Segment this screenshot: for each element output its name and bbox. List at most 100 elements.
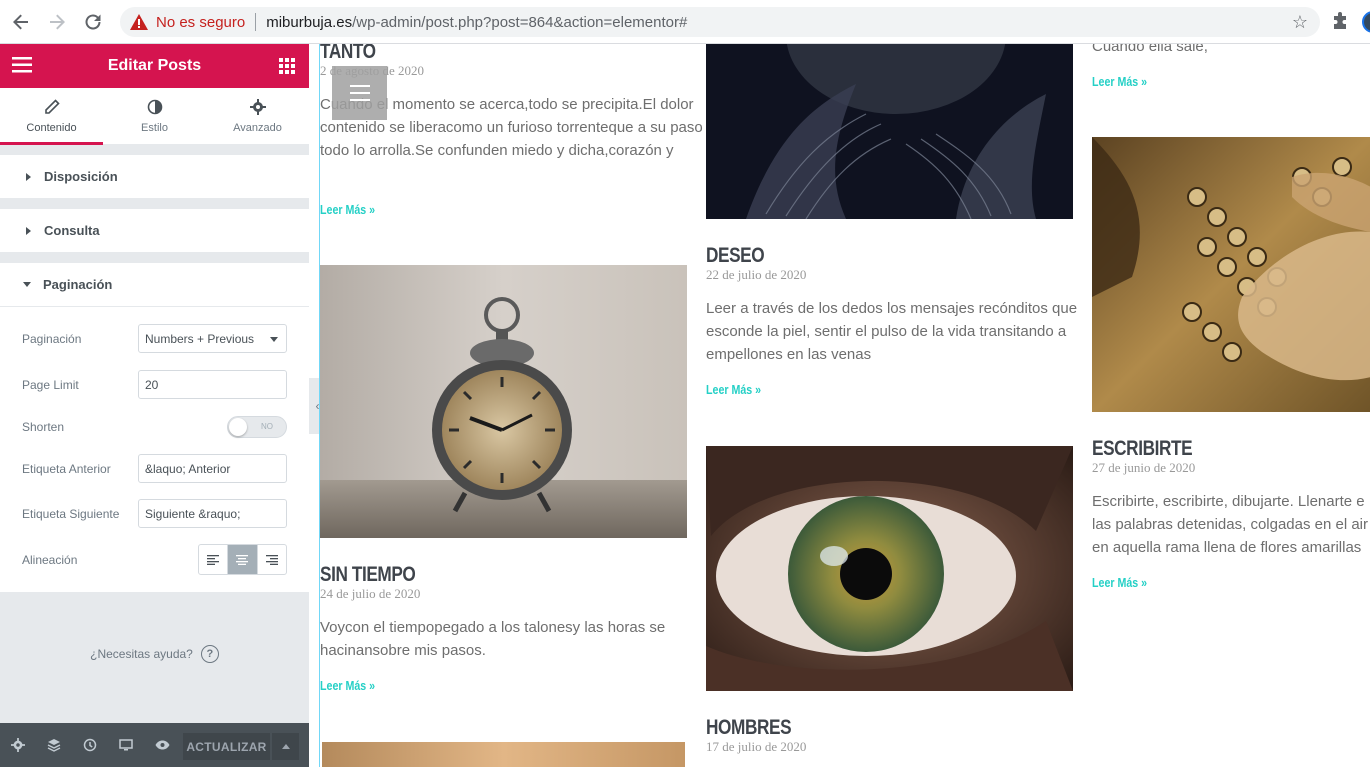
hamburger-menu-icon[interactable] [12, 57, 32, 73]
next-label-input[interactable]: Siguiente &raquo; [138, 499, 287, 528]
read-more-link[interactable]: Leer Más » [320, 202, 375, 217]
post-title[interactable]: SIN TIEMPO [320, 563, 416, 587]
control-prev-label: Etiqueta Anterior &laquo; Anterior [22, 454, 287, 483]
section-paginacion[interactable]: Paginación [0, 263, 309, 307]
toggle-knob [229, 417, 247, 436]
bookmark-star-icon[interactable]: ☆ [1292, 12, 1308, 33]
section-label: Consulta [44, 223, 100, 238]
post-title[interactable]: DESEO [706, 244, 765, 268]
toggle-text: NO [261, 421, 273, 431]
menu-bar [349, 99, 370, 101]
tab-avanzado[interactable]: Avanzado [206, 88, 309, 144]
post-excerpt: Cuando ella sale, [1092, 44, 1208, 55]
align-center-button[interactable] [228, 545, 258, 574]
reload-button[interactable] [78, 7, 108, 37]
help-text: ¿Necesitas ayuda? [90, 647, 193, 661]
question-icon: ? [200, 645, 219, 663]
control-page-limit: Page Limit 20 [22, 370, 287, 399]
history-clock-icon [83, 738, 97, 752]
read-more-link[interactable]: Leer Más » [1092, 575, 1147, 590]
align-left-button[interactable] [199, 545, 229, 574]
align-center-icon [236, 554, 249, 565]
read-more-link[interactable]: Leer Más » [320, 678, 375, 693]
alarm-clock-image [320, 265, 687, 538]
responsive-mode-icon[interactable] [108, 723, 144, 767]
back-button[interactable] [6, 7, 36, 37]
pencil-icon [44, 99, 60, 114]
help-link[interactable]: ¿Necesitas ayuda? ? [0, 645, 309, 663]
post-image-alarm-clock[interactable] [320, 265, 687, 538]
preview-eye-icon[interactable] [144, 723, 180, 767]
tab-label: Contenido [26, 122, 77, 134]
gear-icon [249, 99, 266, 115]
menu-bar [349, 85, 370, 87]
post-excerpt: Voycon el tiempopegado a los talonesy la… [320, 619, 666, 659]
settings-icon[interactable] [0, 723, 36, 767]
post-title[interactable]: TANTO [320, 44, 376, 64]
control-label: Shorten [22, 419, 65, 434]
post-image-woman-hair[interactable] [706, 44, 1073, 219]
post-excerpt: Leer a través de los dedos los mensajes … [706, 300, 1078, 363]
typewriter-hands-image [1092, 137, 1370, 412]
control-label: Page Limit [22, 377, 79, 392]
extensions-puzzle-icon[interactable] [1330, 11, 1352, 33]
section-consulta[interactable]: Consulta [0, 209, 309, 253]
panel-header: Editar Posts [0, 44, 309, 88]
page-limit-input[interactable]: 20 [138, 370, 287, 399]
warm-photo-image [322, 742, 685, 767]
control-label: Alineación [22, 552, 78, 567]
post-date: 17 de julio de 2020 [706, 739, 807, 754]
reload-icon [85, 14, 101, 30]
align-right-button[interactable] [258, 545, 286, 574]
update-button[interactable]: ACTUALIZAR [183, 733, 270, 760]
tab-estilo[interactable]: Estilo [103, 88, 206, 144]
control-alignment: Alineación [22, 544, 287, 575]
history-icon[interactable] [72, 723, 108, 767]
control-label: Etiqueta Anterior [22, 461, 111, 476]
post-date: 27 de junio de 2020 [1092, 460, 1196, 475]
site-menu-button[interactable] [332, 66, 387, 120]
post-image-eye[interactable] [706, 446, 1073, 691]
post-title[interactable]: HOMBRES [706, 716, 792, 740]
tab-contenido[interactable]: Contenido [0, 88, 103, 145]
chevron-down-icon [270, 337, 278, 342]
caret-down-icon [23, 282, 31, 287]
post-date: 24 de julio de 2020 [320, 586, 421, 601]
page-preview: TANTO 2 de agosto de 2020 Cuando el mome… [319, 44, 1370, 767]
warning-icon [130, 14, 148, 30]
alignment-choices [198, 544, 287, 575]
post-image-typewriter[interactable] [1092, 137, 1370, 412]
navigator-layers-icon[interactable] [36, 723, 72, 767]
post-title[interactable]: ESCRIBIRTE [1092, 437, 1193, 461]
url-host: miburbuja.es [266, 13, 353, 31]
control-pagination: Paginación Numbers + Previous [22, 324, 287, 353]
url-path: /wp-admin/post.php?post=864&action=eleme… [352, 13, 688, 31]
align-left-icon [207, 554, 220, 565]
security-status[interactable]: No es seguro [156, 14, 245, 31]
read-more-link[interactable]: Leer Más » [706, 382, 761, 397]
post-image-next[interactable] [322, 742, 685, 767]
contrast-icon [147, 99, 162, 115]
read-more-link[interactable]: Leer Más » [1092, 74, 1147, 89]
post-date: 22 de julio de 2020 [706, 267, 807, 282]
layers-icon [47, 739, 61, 752]
shorten-toggle[interactable]: NO [227, 415, 287, 438]
forward-button[interactable] [42, 7, 72, 37]
elementor-panel: Editar Posts Contenido Estilo Avanzado D… [0, 44, 309, 767]
widgets-grid-icon[interactable] [279, 58, 295, 74]
address-bar[interactable]: No es seguro miburbuja.es/wp-admin/post.… [120, 7, 1320, 37]
pagination-select[interactable]: Numbers + Previous [138, 324, 287, 353]
control-label: Paginación [22, 331, 82, 346]
post-excerpt: Escribirte, escribirte, dibujarte. Llena… [1092, 493, 1369, 556]
control-next-label: Etiqueta Siguiente Siguiente &raquo; [22, 499, 287, 528]
eye-closeup-image [706, 446, 1073, 691]
prev-label-input[interactable]: &laquo; Anterior [138, 454, 287, 483]
profile-avatar[interactable] [1362, 11, 1370, 33]
align-right-icon [265, 554, 278, 565]
section-disposicion[interactable]: Disposición [0, 155, 309, 199]
caret-right-icon [26, 172, 31, 181]
arrow-left-icon [13, 14, 28, 29]
save-options-button[interactable] [272, 733, 299, 760]
